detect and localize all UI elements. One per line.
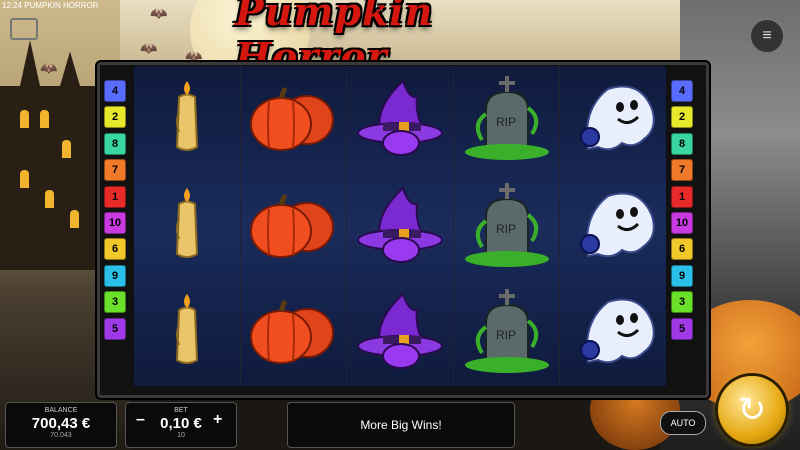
bet-increase-button[interactable]: + [213, 411, 222, 429]
payline-indicator-right: 10 [671, 211, 693, 234]
candle-icon [157, 77, 217, 162]
reel-cell [560, 66, 666, 173]
bat-icon: 🦇 [40, 60, 58, 76]
reel-cell [347, 66, 453, 173]
reel-cell [560, 173, 666, 280]
reel-cell [134, 66, 240, 173]
reel-cell: RIP [454, 66, 560, 173]
balance-label: BALANCE [44, 407, 78, 414]
payline-indicator-left: 1 [104, 185, 126, 208]
ghost-icon [568, 186, 658, 267]
message-bar: More Big Wins! [287, 402, 515, 448]
pumpkin-icon [245, 82, 341, 157]
paylines-left: 4 2 8 7 1 10 6 9 3 5 [104, 80, 126, 340]
payline-indicator-left: 9 [104, 264, 126, 287]
payline-indicator-right: 5 [671, 317, 693, 340]
app-name: PUMPKIN HORROR [24, 1, 99, 10]
witch-hat-icon [355, 290, 445, 375]
reel-cell [134, 173, 240, 280]
reel-2 [240, 66, 348, 386]
payline-indicator-left: 4 [104, 80, 126, 102]
reel-3 [347, 66, 454, 386]
svg-text:RIP: RIP [496, 115, 516, 129]
witch-hat-icon [355, 184, 445, 269]
balance-credits: 70.043 [50, 432, 72, 439]
payline-indicator-left: 6 [104, 238, 126, 261]
payline-indicator-right: 7 [671, 159, 693, 182]
svg-text:RIP: RIP [496, 222, 516, 236]
reel-cell [347, 279, 453, 386]
menu-button[interactable]: ≡ [749, 18, 785, 54]
bet-decrease-button[interactable]: – [136, 411, 145, 429]
pumpkin-icon [245, 295, 341, 370]
payline-indicator-left: 3 [104, 291, 126, 314]
payline-indicator-left: 10 [104, 211, 126, 234]
payline-indicator-right: 6 [671, 238, 693, 261]
spin-button[interactable]: ↻ [718, 376, 786, 444]
witch-hat-icon [355, 77, 445, 162]
clock-time: 12:24 [2, 1, 23, 10]
paylines-right: 4 2 8 7 1 10 6 9 3 5 [671, 80, 693, 340]
candle-icon [157, 290, 217, 375]
reel-4: RIP RIP RIP [453, 66, 561, 386]
payline-indicator-right: 8 [671, 132, 693, 155]
bat-icon: 🦇 [150, 5, 168, 21]
reel-cell [560, 279, 666, 386]
reel-cell [241, 173, 347, 280]
payline-indicator-right: 9 [671, 264, 693, 287]
reel-cell [134, 279, 240, 386]
payline-indicator-left: 7 [104, 159, 126, 182]
reel-5 [560, 66, 666, 386]
payline-indicator-right: 2 [671, 106, 693, 129]
gravestone-icon: RIP [462, 74, 552, 165]
reel-cell: RIP [454, 173, 560, 280]
reel-cell: RIP [454, 279, 560, 386]
svg-text:RIP: RIP [496, 328, 516, 342]
candle-icon [157, 184, 217, 269]
auto-play-button[interactable]: AUTO [660, 411, 706, 435]
reel-cell [241, 279, 347, 386]
payline-indicator-right: 3 [671, 291, 693, 314]
payline-indicator-right: 4 [671, 80, 693, 102]
reel-1 [134, 66, 241, 386]
hamburger-icon: ≡ [762, 27, 772, 44]
bet-credits: 10 [177, 432, 185, 439]
message-text: More Big Wins! [360, 418, 442, 432]
window-toggle-icon[interactable] [10, 18, 38, 40]
status-bar: 12:24 PUMPKIN HORROR [2, 1, 99, 10]
payline-indicator-right: 1 [671, 185, 693, 208]
pumpkin-icon [245, 189, 341, 264]
bat-icon: 🦇 [140, 40, 158, 56]
payline-indicator-left: 8 [104, 132, 126, 155]
reel-grid: RIP RIP RIP [134, 66, 666, 386]
payline-indicator-left: 5 [104, 317, 126, 340]
ghost-icon [568, 292, 658, 373]
payline-indicator-left: 2 [104, 106, 126, 129]
control-bar: BALANCE 700,43 € 70.043 BET 0,10 € 10 – … [0, 398, 800, 450]
gravestone-icon: RIP [462, 181, 552, 272]
reel-cell [347, 173, 453, 280]
balance-value: 700,43 € [31, 415, 91, 432]
balance-panel: BALANCE 700,43 € 70.043 [5, 402, 117, 448]
spin-icon: ↻ [737, 391, 767, 429]
gravestone-icon: RIP [462, 287, 552, 378]
reel-cell [241, 66, 347, 173]
game-logo: Pumpkin Horror [235, 0, 434, 79]
ghost-icon [568, 79, 658, 160]
